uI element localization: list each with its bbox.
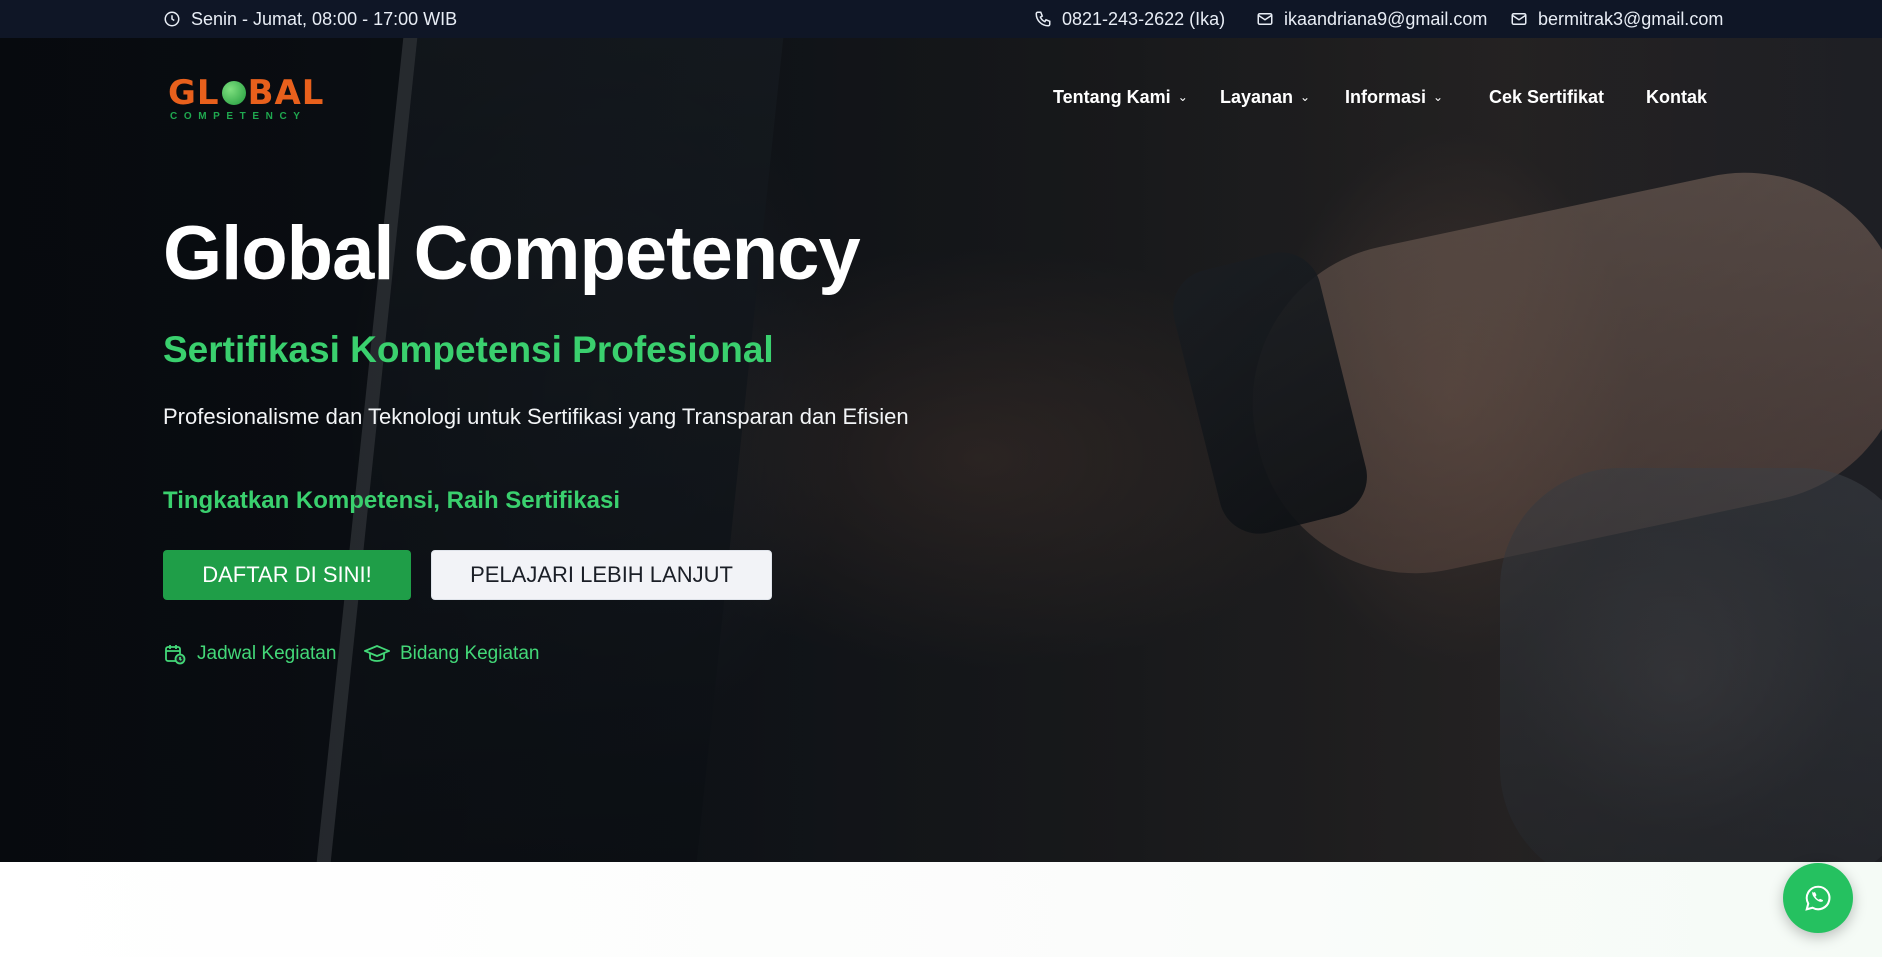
logo-text-right: BAL [247,73,325,113]
logo-tagline: COMPETENCY [170,111,307,122]
nav-label: Informasi [1345,86,1427,107]
nav-label: Kontak [1646,86,1708,107]
phone-contact[interactable]: 0821-243-2622 (Ika) [1034,0,1225,38]
field-link[interactable]: Bidang Kegiatan [364,639,539,669]
logo-text-left: GL [168,73,220,113]
globe-icon [221,81,246,105]
nav-item-layanan[interactable]: Layanan ⌄ [1220,82,1310,112]
nav-item-informasi[interactable]: Informasi ⌄ [1345,82,1443,112]
schedule-link[interactable]: Jadwal Kegiatan [163,639,336,669]
hero-cta-heading: Tingkatkan Kompetensi, Raih Sertifikasi [163,487,621,514]
hero-subtitle: Sertifikasi Kompetensi Profesional [163,329,774,370]
chevron-down-icon: ⌄ [1300,90,1311,104]
field-link-label: Bidang Kegiatan [400,643,540,664]
email-contact-2[interactable]: bermitrak3@gmail.com [1510,0,1723,38]
nav-label: Tentang Kami [1053,86,1171,107]
hero-description: Profesionalisme dan Teknologi untuk Sert… [163,404,909,429]
top-info-bar: Senin - Jumat, 08:00 - 17:00 WIB 0821-24… [0,0,1882,38]
nav-item-cek-sertifikat[interactable]: Cek Sertifikat [1489,82,1604,112]
email-contact-1[interactable]: ikaandriana9@gmail.com [1256,0,1487,38]
nav-label: Cek Sertifikat [1489,86,1605,107]
hero-section: GL BAL COMPETENCY Tentang Kami ⌄ Layanan… [0,38,1882,862]
mail-icon [1511,13,1527,25]
nav-label: Layanan [1220,86,1294,107]
chevron-down-icon: ⌄ [1177,90,1188,104]
nav-item-tentang-kami[interactable]: Tentang Kami ⌄ [1053,82,1188,112]
graduation-cap-icon [364,645,390,662]
site-logo[interactable]: GL BAL COMPETENCY [166,73,326,123]
phone-text[interactable]: 0821-243-2622 (Ika) [1062,9,1225,30]
office-hours: Senin - Jumat, 08:00 - 17:00 WIB [163,0,457,38]
learn-more-button[interactable]: PELAJARI LEBIH LANJUT [431,550,772,600]
whatsapp-icon [1805,885,1831,911]
schedule-link-label: Jadwal Kegiatan [197,643,337,664]
email-text-1[interactable]: ikaandriana9@gmail.com [1284,9,1487,30]
chevron-down-icon: ⌄ [1433,90,1444,104]
office-hours-text: Senin - Jumat, 08:00 - 17:00 WIB [191,8,458,29]
nav-item-kontak[interactable]: Kontak [1646,82,1707,112]
calendar-clock-icon [165,645,186,665]
email-text-2[interactable]: bermitrak3@gmail.com [1538,9,1723,30]
hero-overlay [0,38,1882,862]
mail-icon [1257,13,1273,25]
whatsapp-button[interactable] [1783,863,1853,933]
next-section [0,862,1882,957]
hero-title: Global Competency [163,211,861,296]
logo-wordmark: GL BAL [168,73,324,113]
register-button[interactable]: DAFTAR DI SINI! [163,550,411,600]
phone-icon [1035,11,1051,27]
clock-icon [164,11,180,27]
